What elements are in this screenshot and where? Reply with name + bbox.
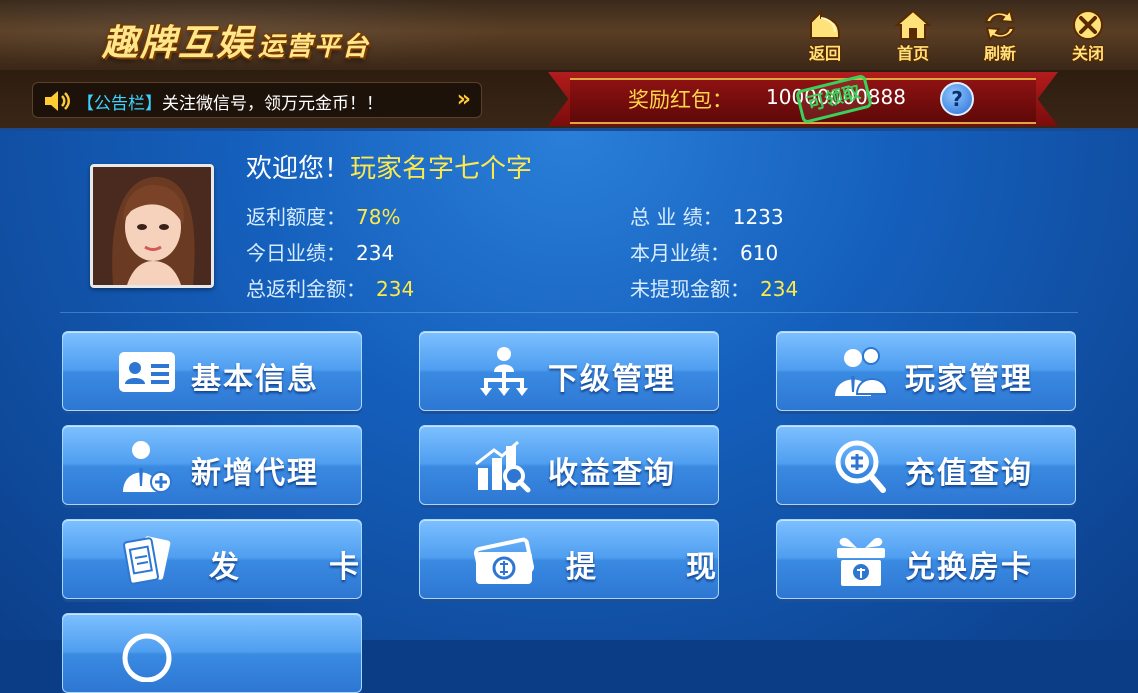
stat-today-performance: 今日业绩： 234: [246, 241, 395, 265]
add-agent-label: 新增代理: [191, 456, 319, 491]
recharge-query-label: 充值查询: [905, 456, 1033, 491]
issue-card-label: 发 卡: [209, 550, 389, 585]
home-icon: [894, 9, 932, 40]
stat-total-rebate: 总返利金额： 234: [246, 277, 415, 301]
exchange-room-card-label: 兑换房卡: [905, 550, 1033, 585]
player-management-button[interactable]: 玩家管理: [776, 331, 1076, 411]
home-button[interactable]: 首页: [883, 8, 943, 66]
announcement-message: 关注微信号，领万元金币！！: [162, 94, 383, 114]
add-agent-icon: [123, 441, 172, 493]
issue-card-button[interactable]: 发 卡: [62, 519, 362, 599]
close-icon: [1073, 10, 1103, 40]
avatar: [90, 164, 214, 288]
refresh-button[interactable]: 刷新: [970, 8, 1030, 66]
app-logo: 趣牌互娱 运营平台: [102, 14, 370, 66]
logo-sub-text: 运营平台: [258, 32, 371, 62]
announcement-tag: 【公告栏】: [77, 94, 162, 114]
top-bar: 趣牌互娱 运营平台 返回 首页 刷新 关闭: [0, 0, 1138, 70]
logo-main-text: 趣牌互娱: [102, 23, 255, 64]
speaker-icon: [45, 91, 70, 111]
stat-total-performance: 总 业 绩： 1233: [630, 205, 784, 229]
earnings-query-label: 收益查询: [548, 456, 676, 491]
reward-label: 奖励红包：: [628, 88, 733, 112]
basic-info-label: 基本信息: [191, 362, 319, 397]
chart-search-icon: [475, 440, 531, 493]
gift-exchange-icon: [837, 537, 885, 586]
back-arrow-icon: [810, 9, 840, 39]
add-agent-button[interactable]: 新增代理: [62, 425, 362, 505]
partial-circle-icon: [122, 633, 172, 682]
close-button[interactable]: 关闭: [1058, 8, 1118, 66]
exchange-room-card-button[interactable]: 兑换房卡: [776, 519, 1076, 599]
cash-icon: [473, 537, 535, 584]
refresh-icon: [984, 8, 1016, 42]
withdraw-label: 提 现: [566, 550, 746, 585]
welcome-line: 欢迎您！玩家名字七个字: [246, 148, 532, 185]
basic-info-button[interactable]: 基本信息: [62, 331, 362, 411]
subordinate-management-button[interactable]: 下级管理: [419, 331, 719, 411]
announcement-bar[interactable]: 【公告栏】关注微信号，领万元金币！！ »: [32, 82, 482, 118]
announcement-more-icon[interactable]: »: [457, 87, 471, 112]
recharge-search-icon: [835, 440, 886, 493]
reward-banner: 奖励红包： 10000000888 可领取 ?: [548, 72, 1058, 126]
recharge-query-button[interactable]: 充值查询: [776, 425, 1076, 505]
earnings-query-button[interactable]: 收益查询: [419, 425, 719, 505]
room-card-icon: [123, 536, 171, 585]
org-chart-icon: [480, 347, 528, 396]
back-button[interactable]: 返回: [795, 8, 855, 66]
help-icon[interactable]: ?: [940, 82, 974, 116]
stat-rebate-rate: 返利额度： 78%: [246, 205, 401, 229]
announcement-text: 【公告栏】关注微信号，领万元金币！！: [77, 89, 383, 114]
player-management-label: 玩家管理: [905, 362, 1033, 397]
partial-menu-button[interactable]: [62, 613, 362, 693]
player-name: 玩家名字七个字: [350, 154, 533, 184]
player-portrait-icon: [93, 167, 211, 285]
subordinate-management-label: 下级管理: [548, 362, 676, 397]
stat-month-performance: 本月业绩： 610: [630, 241, 779, 265]
divider: [60, 312, 1078, 313]
stat-unwithdrawn: 未提现金额： 234: [630, 277, 799, 301]
id-card-icon: [119, 352, 175, 392]
withdraw-button[interactable]: 提 现: [419, 519, 719, 599]
welcome-text: 欢迎您！: [246, 154, 351, 184]
users-icon: [835, 347, 889, 396]
